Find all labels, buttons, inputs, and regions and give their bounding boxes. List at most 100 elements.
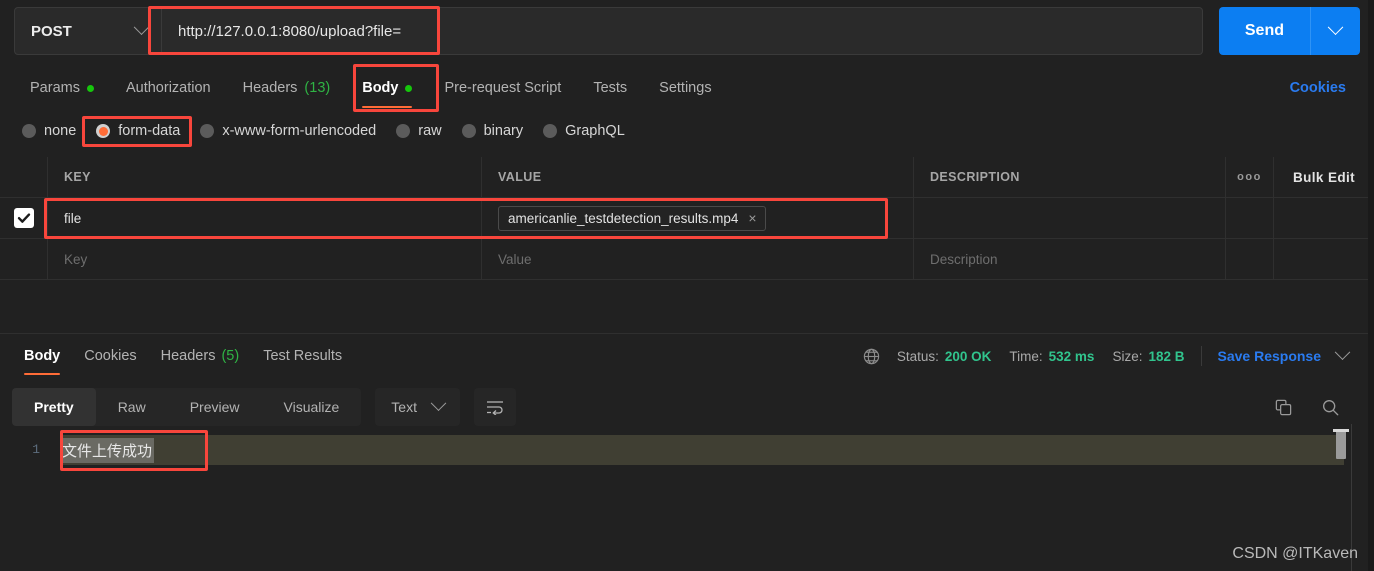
size-label: Size:	[1112, 349, 1142, 364]
send-button[interactable]: Send	[1219, 7, 1310, 55]
body-type-raw[interactable]: raw	[386, 123, 451, 139]
postman-window: POST http://127.0.0.1:8080/upload?file= …	[0, 0, 1374, 571]
body-type-form-data[interactable]: form-data	[86, 123, 190, 139]
modified-dot-icon	[87, 85, 94, 92]
watermark: CSDN @ITKaven	[1232, 545, 1358, 563]
tab-label: Settings	[659, 80, 711, 96]
table-options-button[interactable]: ooo	[1226, 157, 1274, 197]
key-placeholder: Key	[64, 252, 87, 267]
bulk-edit-label: Bulk Edit	[1293, 170, 1355, 185]
tab-count: (5)	[221, 348, 239, 364]
response-tab-test-results[interactable]: Test Results	[251, 334, 354, 378]
empty-row-description-input[interactable]: Description	[914, 239, 1226, 279]
url-input[interactable]: http://127.0.0.1:8080/upload?file=	[162, 7, 1203, 55]
chevron-down-icon	[431, 395, 447, 411]
body-type-none[interactable]: none	[12, 123, 86, 139]
chevron-down-icon	[1328, 19, 1344, 35]
body-type-binary[interactable]: binary	[452, 123, 534, 139]
wrap-text-icon	[485, 399, 505, 415]
empty-row-checkbox-cell	[0, 239, 48, 279]
request-tabs: Params Authorization Headers (13) Body P…	[0, 66, 1374, 110]
globe-icon	[862, 347, 881, 366]
row-value-cell[interactable]: americanlie_testdetection_results.mp4 ×	[482, 198, 914, 238]
empty-row-bulk-cell	[1274, 239, 1374, 279]
row-enabled-checkbox[interactable]	[14, 208, 34, 228]
radio-icon	[22, 124, 36, 138]
more-options-icon: ooo	[1237, 171, 1262, 183]
response-actions	[1274, 398, 1362, 417]
status-value[interactable]: 200 OK	[945, 349, 992, 364]
description-placeholder: Description	[930, 252, 998, 267]
response-tab-headers[interactable]: Headers (5)	[149, 334, 252, 378]
response-body-viewer[interactable]: 1 文件上传成功	[0, 428, 1374, 571]
send-group: Send	[1219, 7, 1360, 55]
send-options-button[interactable]	[1310, 7, 1360, 55]
value-placeholder: Value	[498, 252, 532, 267]
bulk-edit-button[interactable]: Bulk Edit	[1274, 157, 1374, 197]
format-value: Text	[391, 399, 417, 415]
close-icon[interactable]: ×	[748, 211, 756, 225]
save-response-button[interactable]: Save Response	[1218, 348, 1322, 364]
modified-dot-icon	[405, 85, 412, 92]
line-number: 1	[32, 442, 40, 457]
empty-row-value-input[interactable]: Value	[482, 239, 914, 279]
radio-label: raw	[418, 123, 441, 139]
response-format-select[interactable]: Text	[375, 388, 460, 426]
tab-tests[interactable]: Tests	[577, 66, 643, 110]
tab-pre-request-script[interactable]: Pre-request Script	[428, 66, 577, 110]
empty-row-key-input[interactable]: Key	[48, 239, 482, 279]
tab-label: Body	[24, 348, 60, 364]
form-data-table: KEY VALUE DESCRIPTION ooo Bulk Edit file…	[0, 157, 1374, 280]
body-type-graphql[interactable]: GraphQL	[533, 123, 635, 139]
view-mode-preview[interactable]: Preview	[168, 388, 262, 426]
response-tab-cookies[interactable]: Cookies	[72, 334, 148, 378]
file-chip[interactable]: americanlie_testdetection_results.mp4 ×	[498, 206, 766, 231]
chevron-down-icon[interactable]	[1335, 344, 1351, 360]
row-key-input[interactable]: file	[48, 198, 482, 238]
row-description-input[interactable]	[914, 198, 1226, 238]
url-text: http://127.0.0.1:8080/upload?file=	[178, 23, 401, 40]
wrap-lines-button[interactable]	[474, 388, 516, 426]
tab-body[interactable]: Body	[346, 66, 428, 110]
response-tab-body[interactable]: Body	[12, 334, 72, 378]
row-enable-checkbox-cell	[0, 198, 48, 238]
copy-icon[interactable]	[1274, 398, 1293, 417]
row-key-value: file	[64, 211, 81, 226]
empty-row-options-cell[interactable]	[1226, 239, 1274, 279]
time-value[interactable]: 532 ms	[1049, 349, 1095, 364]
tab-label: Cookies	[84, 348, 136, 364]
file-chip-name: americanlie_testdetection_results.mp4	[508, 211, 738, 226]
tab-label: Headers	[161, 348, 216, 364]
tab-count: (13)	[304, 80, 330, 96]
view-mode-visualize[interactable]: Visualize	[262, 388, 362, 426]
row-options-cell[interactable]	[1226, 198, 1274, 238]
cookies-link[interactable]: Cookies	[1290, 80, 1360, 96]
body-type-x-www-form-urlencoded[interactable]: x-www-form-urlencoded	[190, 123, 386, 139]
tab-authorization[interactable]: Authorization	[110, 66, 227, 110]
response-body-text: 文件上传成功	[60, 438, 154, 463]
table-row-empty: Key Value Description	[0, 239, 1374, 280]
body-type-radio-group: none form-data x-www-form-urlencoded raw…	[0, 114, 1374, 148]
view-mode-pretty[interactable]: Pretty	[12, 388, 96, 426]
search-icon[interactable]	[1321, 398, 1340, 417]
row-bulk-cell	[1274, 198, 1374, 238]
response-tabs: Body Cookies Headers (5) Test Results St…	[0, 334, 1374, 378]
time-label: Time:	[1009, 349, 1042, 364]
line-number-gutter: 1	[0, 428, 52, 571]
scrollbar-thumb-cap	[1333, 429, 1349, 432]
tab-settings[interactable]: Settings	[643, 66, 727, 110]
status-label: Status:	[897, 349, 939, 364]
response-view-toolbar: Pretty Raw Preview Visualize Text	[0, 386, 1374, 428]
radio-label: binary	[484, 123, 524, 139]
response-body-line[interactable]: 文件上传成功	[60, 435, 1344, 465]
vertical-scrollbar-thumb[interactable]	[1336, 431, 1346, 459]
radio-label: GraphQL	[565, 123, 625, 139]
view-mode-raw[interactable]: Raw	[96, 388, 168, 426]
table-row: file americanlie_testdetection_results.m…	[0, 198, 1374, 239]
tab-label: Test Results	[263, 348, 342, 364]
chevron-down-icon	[134, 19, 150, 35]
size-value[interactable]: 182 B	[1148, 349, 1184, 364]
tab-params[interactable]: Params	[14, 66, 110, 110]
tab-headers[interactable]: Headers (13)	[227, 66, 347, 110]
http-method-select[interactable]: POST	[14, 7, 162, 55]
